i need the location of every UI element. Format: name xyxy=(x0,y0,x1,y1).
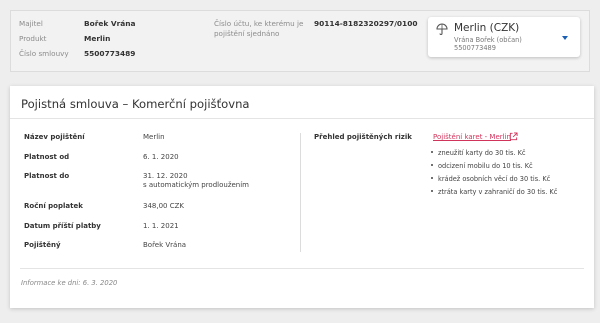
owner-label: Majitel xyxy=(19,19,43,28)
product-value: Merlin xyxy=(84,34,111,43)
umbrella-icon xyxy=(436,23,448,35)
next-payment-label: Datum příští platby xyxy=(24,222,101,230)
annual-fee-value: 348,00 CZK xyxy=(143,202,184,210)
annual-fee-label: Roční poplatek xyxy=(24,202,83,210)
account-selector[interactable]: Merlin (CZK) Vrána Bořek (občan) 5500773… xyxy=(428,17,580,57)
footer-divider xyxy=(20,268,584,269)
valid-to-note: s automatickým prodloužením xyxy=(143,181,250,189)
valid-to-label: Platnost do xyxy=(24,172,70,180)
insured-person-label: Pojištěný xyxy=(24,241,61,249)
bullet xyxy=(431,177,434,180)
product-label: Produkt xyxy=(19,34,47,43)
risks-label: Přehled pojištěných rizik xyxy=(314,133,412,141)
external-link-icon[interactable] xyxy=(509,132,518,141)
contract-number-label: Číslo smlouvy xyxy=(19,49,69,58)
chevron-down-icon[interactable] xyxy=(562,36,568,40)
bullet xyxy=(431,164,434,167)
valid-from-value: 6. 1. 2020 xyxy=(143,153,179,161)
bullet xyxy=(431,151,434,154)
insurance-conditions-link[interactable]: Pojištění karet - Merlin xyxy=(433,133,511,141)
risk-item-text: krádež osobních věcí do 30 tis. Kč xyxy=(438,175,551,183)
page-title: Pojistná smlouva – Komerční pojišťovna xyxy=(21,97,250,111)
payment-account-value: 90114-8182320297/0100 xyxy=(314,19,418,28)
risk-item-text: zneužití karty do 30 tis. Kč xyxy=(438,149,526,157)
risk-item-text: odcizení mobilu do 10 tis. Kč xyxy=(438,162,533,170)
valid-from-label: Platnost od xyxy=(24,153,70,161)
insured-person-value: Bořek Vrána xyxy=(143,241,187,249)
column-divider xyxy=(300,133,301,252)
insurance-contract-panel: Pojistná smlouva – Komerční pojišťovna N… xyxy=(10,86,594,308)
insurance-name-label: Název pojištění xyxy=(24,133,85,141)
account-number: 5500773489 xyxy=(454,44,496,52)
risk-item-text: ztráta karty v zahraničí do 30 tis. Kč xyxy=(438,188,558,196)
bullet xyxy=(431,190,434,193)
payment-account-label: Číslo účtu, ke kterému je pojištění sjed… xyxy=(214,19,304,38)
next-payment-value: 1. 1. 2021 xyxy=(143,222,179,230)
info-date-note: Informace ke dni: 6. 3. 2020 xyxy=(21,279,118,287)
insurance-name-value: Merlin xyxy=(143,133,165,141)
contract-number-value: 5500773489 xyxy=(84,49,136,58)
owner-value: Bořek Vrána xyxy=(84,19,136,28)
valid-to-value: 31. 12. 2020 xyxy=(143,172,188,180)
account-name: Merlin (CZK) xyxy=(454,22,520,34)
account-owner: Vrána Bořek (občan) xyxy=(454,36,522,44)
title-divider xyxy=(10,118,594,119)
